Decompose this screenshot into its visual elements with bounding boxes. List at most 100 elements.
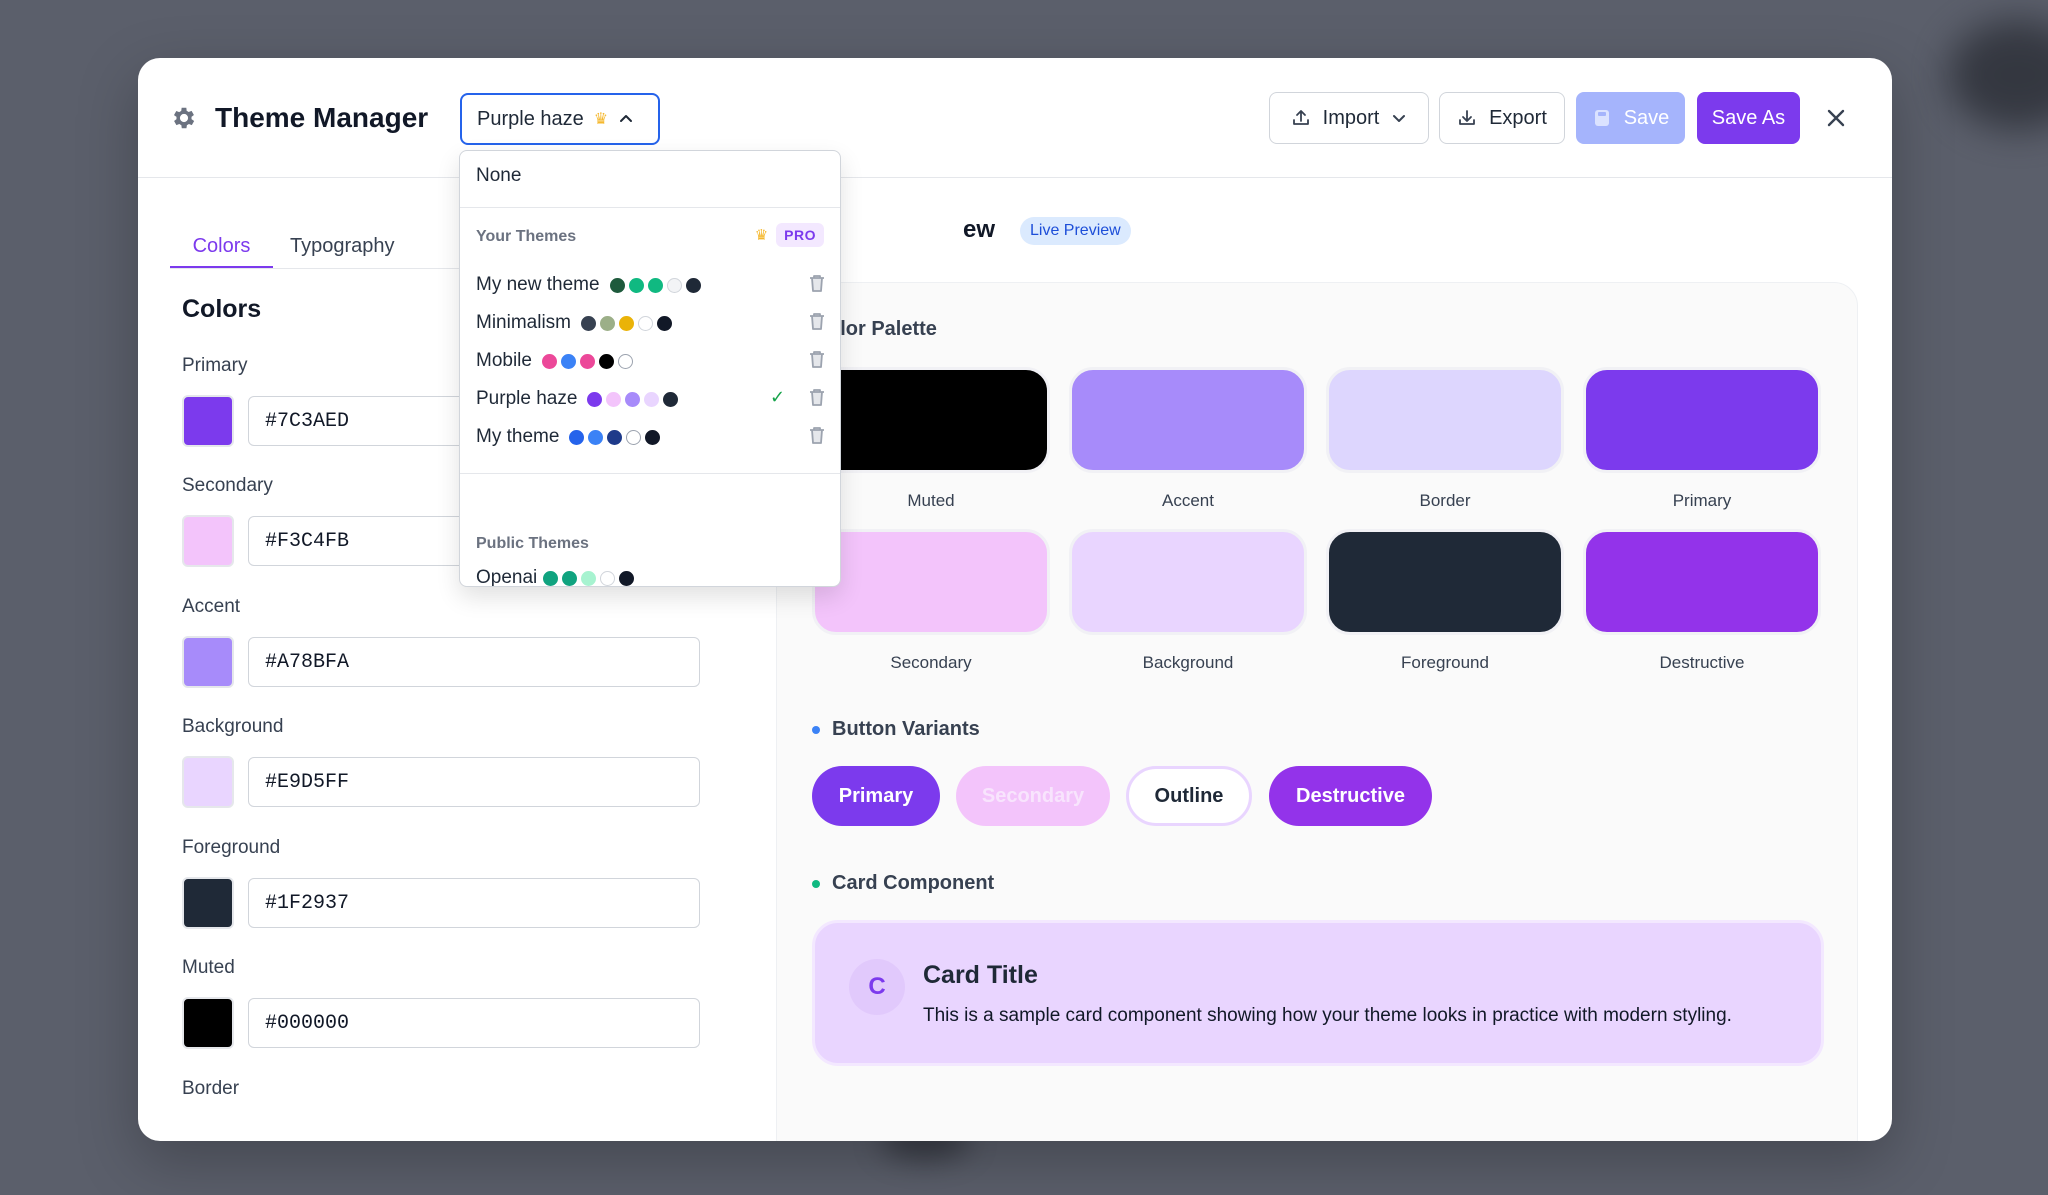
colors-section-title: Colors: [182, 295, 262, 323]
chevron-down-icon: [1393, 115, 1406, 122]
primary-swatch[interactable]: [182, 395, 234, 447]
backdrop-shape: [1948, 20, 2048, 130]
crown-icon: ♛: [754, 227, 769, 244]
palette-label-destructive: Destructive: [1659, 653, 1745, 672]
dropdown-divider: [460, 473, 840, 474]
secondary-label: Secondary: [182, 475, 273, 496]
palette-tile-foreground: [1326, 529, 1564, 635]
palette-label-foreground: Foreground: [1401, 653, 1489, 672]
palette-tile-muted: [812, 367, 1050, 473]
save-as-button[interactable]: Save As: [1697, 92, 1800, 144]
foreground-hex-input[interactable]: #1F2937: [248, 878, 700, 928]
palette-tile-accent: [1069, 367, 1307, 473]
dropdown-item-purple-haze[interactable]: Purple haze ✓: [476, 384, 826, 414]
pro-indicator: ♛ PRO: [755, 223, 824, 247]
theme-color-dots: [543, 570, 638, 586]
close-icon[interactable]: [1820, 102, 1852, 134]
save-icon: [1594, 110, 1609, 126]
accent-label: Accent: [182, 596, 241, 617]
color-palette-heading: olor Palette: [828, 318, 937, 340]
chevron-up-icon: [620, 115, 633, 122]
your-themes-label: Your Themes: [476, 228, 577, 245]
theme-color-dots: [609, 277, 705, 293]
theme-color-dots: [541, 353, 637, 369]
upload-icon: [1292, 110, 1309, 125]
palette-label-border: Border: [1419, 491, 1471, 510]
theme-color-dots: [581, 315, 676, 331]
palette-tile-border: [1326, 367, 1564, 473]
trash-icon[interactable]: [808, 273, 826, 293]
dropdown-item-my-new-theme[interactable]: My new theme: [476, 270, 826, 300]
palette-label-secondary: Secondary: [890, 653, 972, 672]
download-icon: [1459, 110, 1475, 125]
primary-label: Primary: [182, 355, 248, 376]
pro-badge: PRO: [776, 223, 824, 247]
palette-tile-secondary: [812, 529, 1050, 635]
accent-swatch[interactable]: [182, 636, 234, 688]
import-label: Import: [1322, 106, 1380, 129]
background-swatch[interactable]: [182, 756, 234, 808]
palette-tile-primary: [1583, 367, 1821, 473]
check-icon: ✓: [770, 387, 786, 407]
modal-header: Theme Manager Purple haze ♛ Import Expor…: [138, 58, 1892, 178]
trash-icon[interactable]: [808, 311, 826, 331]
palette-label-muted: Muted: [907, 491, 955, 510]
muted-hex-input[interactable]: #000000: [248, 998, 700, 1048]
foreground-label: Foreground: [182, 837, 281, 858]
palette-tile-destructive: [1583, 529, 1821, 635]
dropdown-divider: [460, 207, 840, 208]
muted-label: Muted: [182, 957, 235, 978]
foreground-swatch[interactable]: [182, 877, 234, 929]
save-button[interactable]: Save: [1576, 92, 1685, 144]
palette-tile-background: [1069, 529, 1307, 635]
preview-primary-button[interactable]: Primary: [812, 766, 940, 826]
card-component-heading: Card Component: [812, 872, 994, 895]
live-preview-badge: Live Preview: [1020, 217, 1131, 245]
border-label: Border: [182, 1078, 240, 1099]
sample-card: C Card Title This is a sample card compo…: [812, 920, 1824, 1066]
dropdown-item-mobile[interactable]: Mobile: [476, 346, 826, 376]
theme-manager-modal: Theme Manager Purple haze ♛ Import Expor…: [138, 58, 1892, 1141]
export-button[interactable]: Export: [1439, 92, 1565, 144]
save-as-label: Save As: [1711, 106, 1786, 129]
palette-label-primary: Primary: [1672, 491, 1732, 510]
gear-icon: [173, 107, 195, 129]
trash-icon[interactable]: [808, 425, 826, 445]
preview-outline-button[interactable]: Outline: [1126, 766, 1252, 826]
preview-title: ew: [963, 216, 996, 243]
trash-icon[interactable]: [808, 349, 826, 369]
dropdown-item-my-theme[interactable]: My theme: [476, 422, 826, 452]
preview-secondary-button[interactable]: Secondary: [956, 766, 1110, 826]
card-avatar: C: [849, 959, 905, 1015]
accent-hex-input[interactable]: #A78BFA: [248, 637, 700, 687]
secondary-swatch[interactable]: [182, 515, 234, 567]
dropdown-item-minimalism[interactable]: Minimalism: [476, 308, 826, 338]
dropdown-item-none[interactable]: None: [476, 165, 521, 187]
card-description: This is a sample card component showing …: [923, 1005, 1732, 1026]
import-button[interactable]: Import: [1269, 92, 1429, 144]
theme-select-value: Purple haze: [477, 107, 584, 130]
card-title: Card Title: [923, 961, 1038, 989]
tab-typography[interactable]: Typography: [290, 223, 395, 258]
preview-destructive-button[interactable]: Destructive: [1269, 766, 1432, 826]
bullet-dot: [812, 725, 820, 734]
theme-color-dots: [587, 391, 682, 407]
muted-swatch[interactable]: [182, 997, 234, 1049]
theme-select[interactable]: Purple haze ♛: [460, 93, 660, 145]
palette-label-accent: Accent: [1162, 491, 1214, 510]
theme-color-dots: [569, 429, 664, 445]
tab-colors[interactable]: Colors: [170, 223, 273, 269]
background-label: Background: [182, 716, 284, 737]
export-label: Export: [1489, 106, 1547, 129]
palette-label-background: Background: [1142, 653, 1234, 672]
trash-icon[interactable]: [808, 387, 826, 407]
theme-dropdown-menu: None Your Themes ♛ PRO My new theme Mini…: [459, 150, 841, 587]
bullet-dot: [812, 879, 820, 888]
save-label: Save: [1623, 106, 1670, 129]
crown-icon: ♛: [593, 111, 609, 128]
button-variants-heading: Button Variants: [812, 718, 980, 741]
public-themes-label: Public Themes: [476, 535, 589, 552]
background-hex-input[interactable]: #E9D5FF: [248, 757, 700, 807]
app-title: Theme Manager: [215, 102, 429, 133]
dropdown-item-openai[interactable]: Openai: [476, 567, 638, 586]
